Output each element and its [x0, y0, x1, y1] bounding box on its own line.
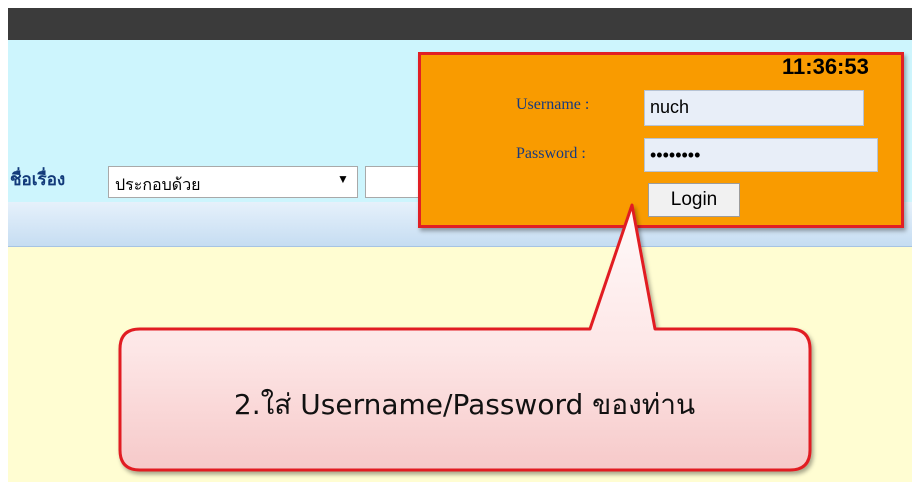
callout-text: 2.ใส่ Username/Password ของท่าน	[233, 388, 696, 421]
